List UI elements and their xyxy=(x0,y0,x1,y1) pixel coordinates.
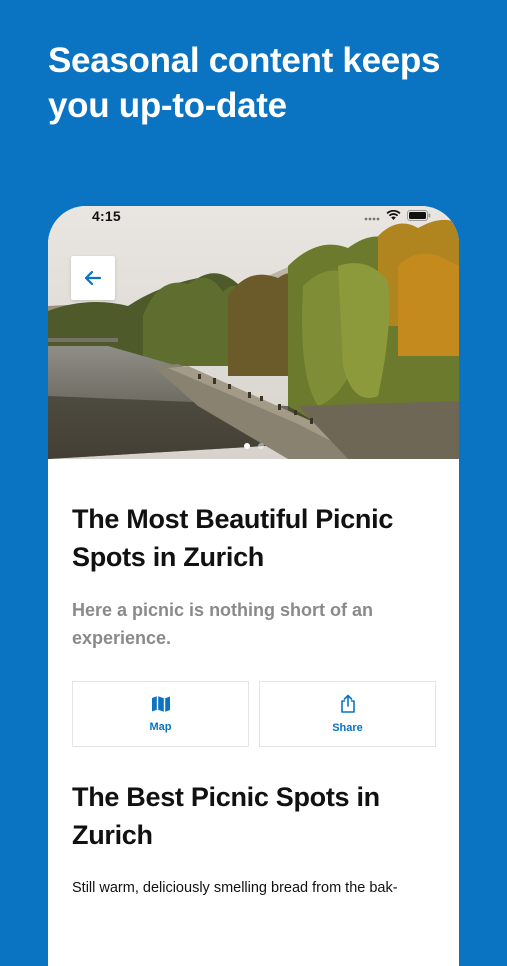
map-button[interactable]: Map xyxy=(72,681,249,747)
status-icons xyxy=(364,210,431,221)
map-button-label: Map xyxy=(149,721,172,733)
status-bar: 4:15 xyxy=(48,206,459,228)
hero-photo xyxy=(48,206,459,459)
section-heading: The Best Picnic Spots in Zurich xyxy=(72,782,380,850)
status-time: 4:15 xyxy=(92,208,121,224)
map-icon xyxy=(151,696,170,712)
share-icon xyxy=(340,694,355,713)
battery-icon xyxy=(407,210,431,221)
article-title: The Most Beautiful Picnic Spots in Zuric… xyxy=(72,504,394,572)
phone-screen: 4:15 The Most Beautiful Picnic Spots in … xyxy=(48,206,459,966)
article-actions: Map Share xyxy=(72,681,436,747)
hero-image-carousel[interactable]: 4:15 xyxy=(48,206,459,459)
carousel-dot-2[interactable] xyxy=(257,443,264,449)
carousel-page-indicator[interactable] xyxy=(48,443,459,449)
share-button-label: Share xyxy=(332,722,363,734)
promo-headline: Seasonal content keeps you up-to-date xyxy=(48,41,441,125)
carousel-dot-1[interactable] xyxy=(243,443,250,449)
article-content: The Most Beautiful Picnic Spots in Zuric… xyxy=(72,459,436,900)
article-body: Still warm, deliciously smelling bread f… xyxy=(72,880,398,896)
article-subtitle: Here a picnic is nothing short of an exp… xyxy=(72,600,374,648)
signal-icon xyxy=(364,217,380,220)
arrow-left-icon xyxy=(84,270,102,286)
back-button[interactable] xyxy=(71,256,115,300)
share-button[interactable]: Share xyxy=(259,681,436,747)
wifi-icon xyxy=(386,210,401,220)
